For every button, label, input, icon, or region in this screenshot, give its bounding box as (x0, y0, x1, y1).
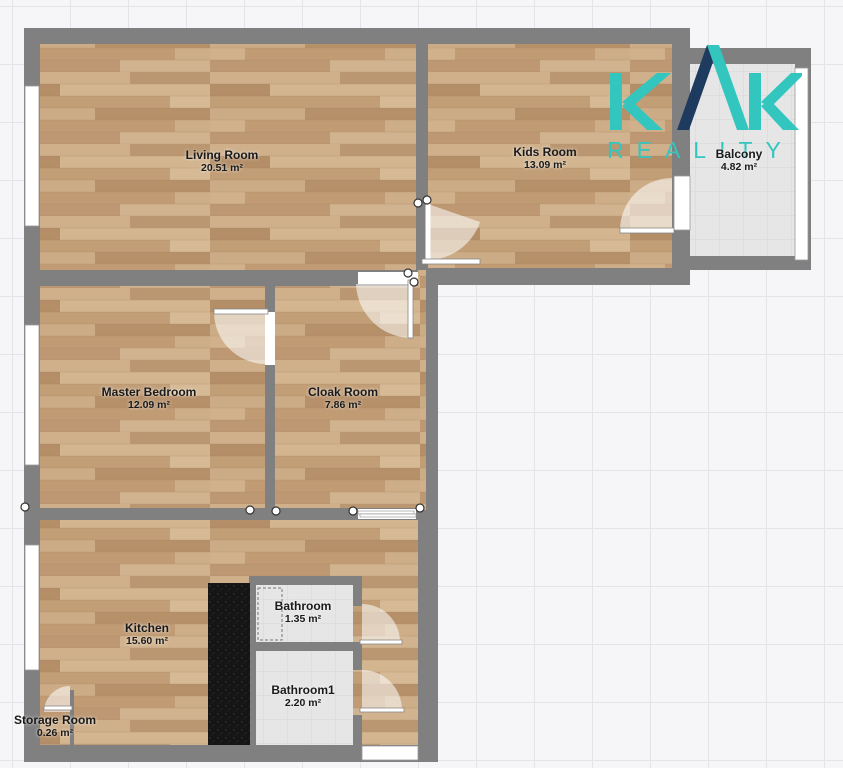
room-area: 1.35 m² (284, 613, 322, 625)
room-area: 2.20 m² (284, 697, 322, 709)
room-area: 4.82 m² (720, 161, 758, 173)
room-area: 7.86 m² (324, 399, 362, 411)
label-kids-room: Kids Room 13.09 m² (513, 146, 576, 172)
room-name: Cloak Room (307, 385, 379, 399)
label-living-room: Living Room 20.51 m² (186, 149, 259, 175)
label-cloak-room: Cloak Room 7.86 m² (308, 386, 378, 412)
label-bathroom: Bathroom 1.35 m² (275, 600, 332, 626)
room-name: Kids Room (513, 145, 577, 159)
label-kitchen: Kitchen 15.60 m² (125, 622, 169, 648)
room-area: 20.51 m² (200, 162, 244, 174)
room-name: Bathroom1 (271, 683, 335, 697)
window-living-room (24, 85, 40, 227)
room-area: 0.26 m² (36, 727, 74, 739)
window-kitchen-bottom (361, 745, 419, 761)
room-area: 12.09 m² (127, 399, 171, 411)
room-name: Bathroom (274, 599, 332, 613)
room-name: Master Bedroom (101, 385, 197, 399)
reality-wordmark: REALITY (607, 137, 794, 163)
room-name: Living Room (185, 148, 259, 162)
room-name: Kitchen (124, 621, 170, 635)
kvk-logo-mark (610, 45, 805, 130)
window-kitchen (24, 544, 40, 671)
hall-floor (418, 270, 426, 510)
window-master-bedroom (24, 324, 40, 466)
label-bathroom1: Bathroom1 2.20 m² (271, 684, 334, 710)
room-area: 13.09 m² (523, 159, 567, 171)
kitchen-counter (208, 583, 250, 745)
room-name: Balcony (715, 147, 763, 161)
label-master-bedroom: Master Bedroom 12.09 m² (102, 386, 197, 412)
balcony-door (673, 175, 691, 231)
room-name: Storage Room (13, 713, 97, 727)
label-balcony: Balcony 4.82 m² (716, 148, 763, 174)
label-storage-room: Storage Room 0.26 m² (14, 714, 96, 740)
room-area: 15.60 m² (125, 635, 169, 647)
kvk-reality-logo: REALITY (607, 40, 805, 165)
